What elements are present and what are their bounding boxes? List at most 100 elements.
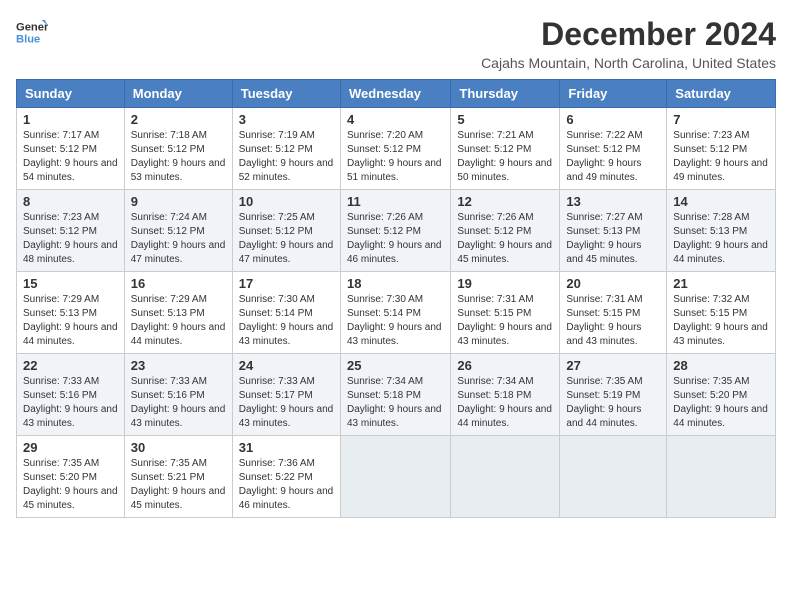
table-row: 2 Sunrise: 7:18 AM Sunset: 5:12 PM Dayli… xyxy=(124,108,232,190)
calendar-table: Sunday Monday Tuesday Wednesday Thursday… xyxy=(16,79,776,518)
svg-text:General: General xyxy=(16,21,48,33)
day-number: 4 xyxy=(347,112,444,127)
day-number: 6 xyxy=(566,112,660,127)
month-title: December 2024 xyxy=(481,16,776,53)
day-number: 24 xyxy=(239,358,334,373)
day-number: 19 xyxy=(457,276,553,291)
day-info: Sunrise: 7:29 AM Sunset: 5:13 PM Dayligh… xyxy=(23,293,118,349)
day-number: 20 xyxy=(566,276,660,291)
day-info: Sunrise: 7:34 AM Sunset: 5:18 PM Dayligh… xyxy=(457,375,553,431)
day-number: 18 xyxy=(347,276,444,291)
table-row xyxy=(667,436,776,518)
day-info: Sunrise: 7:33 AM Sunset: 5:17 PM Dayligh… xyxy=(239,375,334,431)
day-number: 13 xyxy=(566,194,660,209)
table-row: 8 Sunrise: 7:23 AM Sunset: 5:12 PM Dayli… xyxy=(17,190,125,272)
day-info: Sunrise: 7:32 AM Sunset: 5:15 PM Dayligh… xyxy=(673,293,769,349)
day-info: Sunrise: 7:30 AM Sunset: 5:14 PM Dayligh… xyxy=(239,293,334,349)
day-number: 3 xyxy=(239,112,334,127)
table-row: 20 Sunrise: 7:31 AM Sunset: 5:15 PM Dayl… xyxy=(560,272,667,354)
table-row: 14 Sunrise: 7:28 AM Sunset: 5:13 PM Dayl… xyxy=(667,190,776,272)
header-wednesday: Wednesday xyxy=(340,80,450,108)
day-number: 21 xyxy=(673,276,769,291)
header-friday: Friday xyxy=(560,80,667,108)
calendar-header-row: Sunday Monday Tuesday Wednesday Thursday… xyxy=(17,80,776,108)
day-info: Sunrise: 7:26 AM Sunset: 5:12 PM Dayligh… xyxy=(457,211,553,267)
day-number: 10 xyxy=(239,194,334,209)
svg-text:Blue: Blue xyxy=(16,33,40,45)
page-header: General Blue December 2024 Cajahs Mounta… xyxy=(16,16,776,71)
day-info: Sunrise: 7:35 AM Sunset: 5:19 PM Dayligh… xyxy=(566,375,660,431)
table-row: 18 Sunrise: 7:30 AM Sunset: 5:14 PM Dayl… xyxy=(340,272,450,354)
day-info: Sunrise: 7:28 AM Sunset: 5:13 PM Dayligh… xyxy=(673,211,769,267)
day-number: 5 xyxy=(457,112,553,127)
calendar-week-1: 1 Sunrise: 7:17 AM Sunset: 5:12 PM Dayli… xyxy=(17,108,776,190)
header-sunday: Sunday xyxy=(17,80,125,108)
table-row: 29 Sunrise: 7:35 AM Sunset: 5:20 PM Dayl… xyxy=(17,436,125,518)
table-row: 26 Sunrise: 7:34 AM Sunset: 5:18 PM Dayl… xyxy=(451,354,560,436)
table-row xyxy=(340,436,450,518)
header-tuesday: Tuesday xyxy=(232,80,340,108)
day-info: Sunrise: 7:23 AM Sunset: 5:12 PM Dayligh… xyxy=(673,129,769,185)
day-number: 29 xyxy=(23,440,118,455)
day-number: 9 xyxy=(131,194,226,209)
day-info: Sunrise: 7:17 AM Sunset: 5:12 PM Dayligh… xyxy=(23,129,118,185)
day-info: Sunrise: 7:31 AM Sunset: 5:15 PM Dayligh… xyxy=(566,293,660,349)
day-info: Sunrise: 7:35 AM Sunset: 5:20 PM Dayligh… xyxy=(673,375,769,431)
table-row: 3 Sunrise: 7:19 AM Sunset: 5:12 PM Dayli… xyxy=(232,108,340,190)
table-row: 9 Sunrise: 7:24 AM Sunset: 5:12 PM Dayli… xyxy=(124,190,232,272)
table-row: 23 Sunrise: 7:33 AM Sunset: 5:16 PM Dayl… xyxy=(124,354,232,436)
day-info: Sunrise: 7:24 AM Sunset: 5:12 PM Dayligh… xyxy=(131,211,226,267)
table-row: 22 Sunrise: 7:33 AM Sunset: 5:16 PM Dayl… xyxy=(17,354,125,436)
day-info: Sunrise: 7:19 AM Sunset: 5:12 PM Dayligh… xyxy=(239,129,334,185)
day-info: Sunrise: 7:21 AM Sunset: 5:12 PM Dayligh… xyxy=(457,129,553,185)
table-row xyxy=(451,436,560,518)
day-info: Sunrise: 7:29 AM Sunset: 5:13 PM Dayligh… xyxy=(131,293,226,349)
day-number: 14 xyxy=(673,194,769,209)
day-info: Sunrise: 7:18 AM Sunset: 5:12 PM Dayligh… xyxy=(131,129,226,185)
table-row: 6 Sunrise: 7:22 AM Sunset: 5:12 PM Dayli… xyxy=(560,108,667,190)
table-row: 5 Sunrise: 7:21 AM Sunset: 5:12 PM Dayli… xyxy=(451,108,560,190)
calendar-week-5: 29 Sunrise: 7:35 AM Sunset: 5:20 PM Dayl… xyxy=(17,436,776,518)
day-info: Sunrise: 7:31 AM Sunset: 5:15 PM Dayligh… xyxy=(457,293,553,349)
day-info: Sunrise: 7:30 AM Sunset: 5:14 PM Dayligh… xyxy=(347,293,444,349)
title-section: December 2024 Cajahs Mountain, North Car… xyxy=(481,16,776,71)
calendar-week-3: 15 Sunrise: 7:29 AM Sunset: 5:13 PM Dayl… xyxy=(17,272,776,354)
day-info: Sunrise: 7:35 AM Sunset: 5:20 PM Dayligh… xyxy=(23,457,118,513)
day-info: Sunrise: 7:26 AM Sunset: 5:12 PM Dayligh… xyxy=(347,211,444,267)
table-row: 1 Sunrise: 7:17 AM Sunset: 5:12 PM Dayli… xyxy=(17,108,125,190)
day-number: 1 xyxy=(23,112,118,127)
day-number: 7 xyxy=(673,112,769,127)
table-row: 15 Sunrise: 7:29 AM Sunset: 5:13 PM Dayl… xyxy=(17,272,125,354)
day-info: Sunrise: 7:25 AM Sunset: 5:12 PM Dayligh… xyxy=(239,211,334,267)
header-saturday: Saturday xyxy=(667,80,776,108)
calendar-week-2: 8 Sunrise: 7:23 AM Sunset: 5:12 PM Dayli… xyxy=(17,190,776,272)
table-row: 13 Sunrise: 7:27 AM Sunset: 5:13 PM Dayl… xyxy=(560,190,667,272)
day-number: 25 xyxy=(347,358,444,373)
table-row: 19 Sunrise: 7:31 AM Sunset: 5:15 PM Dayl… xyxy=(451,272,560,354)
day-number: 2 xyxy=(131,112,226,127)
table-row: 30 Sunrise: 7:35 AM Sunset: 5:21 PM Dayl… xyxy=(124,436,232,518)
day-number: 15 xyxy=(23,276,118,291)
calendar-week-4: 22 Sunrise: 7:33 AM Sunset: 5:16 PM Dayl… xyxy=(17,354,776,436)
logo-icon: General Blue xyxy=(16,16,48,48)
header-thursday: Thursday xyxy=(451,80,560,108)
day-number: 30 xyxy=(131,440,226,455)
table-row: 10 Sunrise: 7:25 AM Sunset: 5:12 PM Dayl… xyxy=(232,190,340,272)
table-row xyxy=(560,436,667,518)
day-number: 31 xyxy=(239,440,334,455)
table-row: 7 Sunrise: 7:23 AM Sunset: 5:12 PM Dayli… xyxy=(667,108,776,190)
logo: General Blue xyxy=(16,16,48,48)
table-row: 16 Sunrise: 7:29 AM Sunset: 5:13 PM Dayl… xyxy=(124,272,232,354)
day-number: 16 xyxy=(131,276,226,291)
day-number: 8 xyxy=(23,194,118,209)
day-number: 27 xyxy=(566,358,660,373)
day-info: Sunrise: 7:36 AM Sunset: 5:22 PM Dayligh… xyxy=(239,457,334,513)
day-number: 28 xyxy=(673,358,769,373)
table-row: 28 Sunrise: 7:35 AM Sunset: 5:20 PM Dayl… xyxy=(667,354,776,436)
table-row: 27 Sunrise: 7:35 AM Sunset: 5:19 PM Dayl… xyxy=(560,354,667,436)
table-row: 25 Sunrise: 7:34 AM Sunset: 5:18 PM Dayl… xyxy=(340,354,450,436)
day-info: Sunrise: 7:23 AM Sunset: 5:12 PM Dayligh… xyxy=(23,211,118,267)
day-info: Sunrise: 7:33 AM Sunset: 5:16 PM Dayligh… xyxy=(23,375,118,431)
day-number: 23 xyxy=(131,358,226,373)
day-number: 11 xyxy=(347,194,444,209)
